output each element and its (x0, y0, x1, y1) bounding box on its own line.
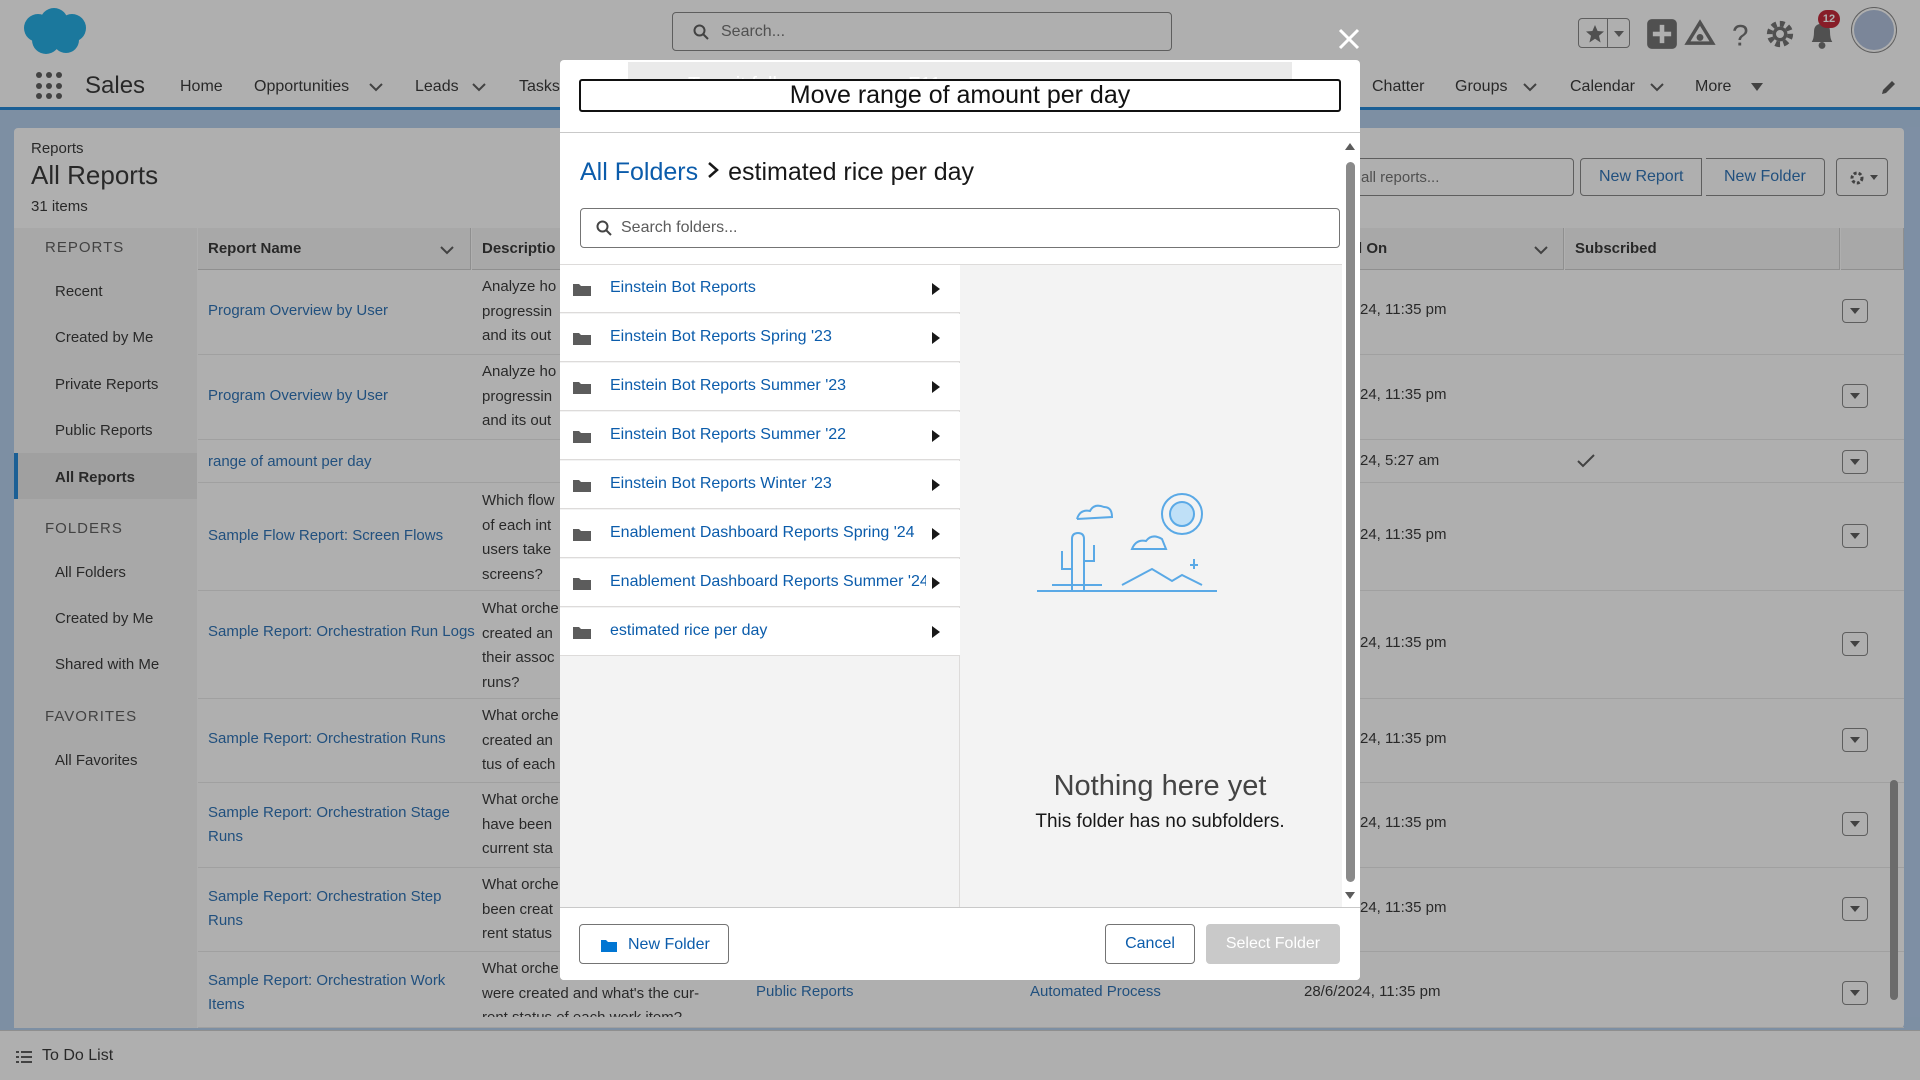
select-folder-button[interactable]: Select Folder (1206, 924, 1340, 964)
empty-state-subtitle: This folder has no subfolders. (1035, 811, 1285, 832)
folder-name[interactable]: Enablement Dashboard Reports Summer '24 (610, 573, 926, 591)
folder-search-placeholder: Search folders... (621, 219, 738, 236)
folder-icon (573, 627, 591, 639)
folder-item[interactable]: Einstein Bot Reports Winter '23 (560, 461, 960, 509)
empty-state-title: Nothing here yet (1053, 770, 1267, 802)
folder-icon (573, 480, 591, 492)
folder-icon (573, 431, 591, 443)
folder-name[interactable]: Einstein Bot Reports Summer '23 (610, 377, 926, 395)
folder-search-input[interactable]: Search folders... (580, 208, 1340, 248)
folder-item[interactable]: Einstein Bot Reports Spring '23 (560, 314, 960, 362)
scrollbar-thumb[interactable] (1346, 162, 1355, 882)
modal-title: Move range of amount per day (579, 79, 1341, 112)
modal-body: All Folders estimated rice per day Search… (560, 134, 1360, 909)
folder-name[interactable]: Einstein Bot Reports (610, 279, 926, 297)
folder-name[interactable]: Einstein Bot Reports Winter '23 (610, 475, 926, 493)
breadcrumb-current-folder: estimated rice per day (728, 158, 975, 186)
cancel-button[interactable]: Cancel (1105, 924, 1195, 964)
new-folder-button[interactable]: New Folder (579, 924, 729, 964)
folder-name[interactable]: estimated rice per day (610, 622, 926, 640)
new-folder-label: New Folder (628, 936, 710, 953)
expand-arrow-icon[interactable] (932, 381, 940, 393)
scroll-down-icon[interactable] (1344, 890, 1356, 900)
modal-header: To exit full screen, press F11 Move rang… (560, 60, 1360, 133)
folder-item[interactable]: Einstein Bot Reports (560, 265, 960, 313)
expand-arrow-icon[interactable] (932, 283, 940, 295)
move-report-modal: To exit full screen, press F11 Move rang… (560, 60, 1360, 980)
expand-arrow-icon[interactable] (932, 479, 940, 491)
folder-icon (573, 529, 591, 541)
folder-icon (601, 940, 617, 952)
folder-item[interactable]: Einstein Bot Reports Summer '23 (560, 363, 960, 411)
folder-icon (573, 382, 591, 394)
folder-item[interactable]: estimated rice per day (560, 608, 960, 656)
folder-icon (573, 578, 591, 590)
breadcrumb: All Folders estimated rice per day (580, 158, 974, 187)
folder-item[interactable]: Enablement Dashboard Reports Spring '24 (560, 510, 960, 558)
chevron-right-icon (708, 162, 719, 178)
folder-name[interactable]: Einstein Bot Reports Spring '23 (610, 328, 926, 346)
folder-name[interactable]: Enablement Dashboard Reports Spring '24 (610, 524, 926, 542)
expand-arrow-icon[interactable] (932, 626, 940, 638)
expand-arrow-icon[interactable] (932, 577, 940, 589)
folder-item[interactable]: Enablement Dashboard Reports Summer '24 (560, 559, 960, 607)
folder-item[interactable]: Einstein Bot Reports Summer '22 (560, 412, 960, 460)
folder-icon (573, 284, 591, 296)
expand-arrow-icon[interactable] (932, 430, 940, 442)
folder-name[interactable]: Einstein Bot Reports Summer '22 (610, 426, 926, 444)
close-icon[interactable] (1336, 26, 1362, 52)
folder-panes: Einstein Bot Reports Einstein Bot Report… (560, 264, 1342, 909)
breadcrumb-all-folders[interactable]: All Folders (580, 158, 698, 186)
folder-icon (573, 333, 591, 345)
subfolder-pane: Nothing here yet This folder has no subf… (960, 265, 1342, 909)
expand-arrow-icon[interactable] (932, 332, 940, 344)
folder-list: Einstein Bot Reports Einstein Bot Report… (560, 265, 960, 909)
scroll-up-icon[interactable] (1344, 142, 1356, 152)
expand-arrow-icon[interactable] (932, 528, 940, 540)
search-icon (596, 220, 612, 236)
desert-illustration-icon (1037, 493, 1217, 592)
modal-scrollbar[interactable] (1344, 142, 1356, 904)
modal-footer: New Folder Cancel Select Folder (560, 907, 1360, 980)
